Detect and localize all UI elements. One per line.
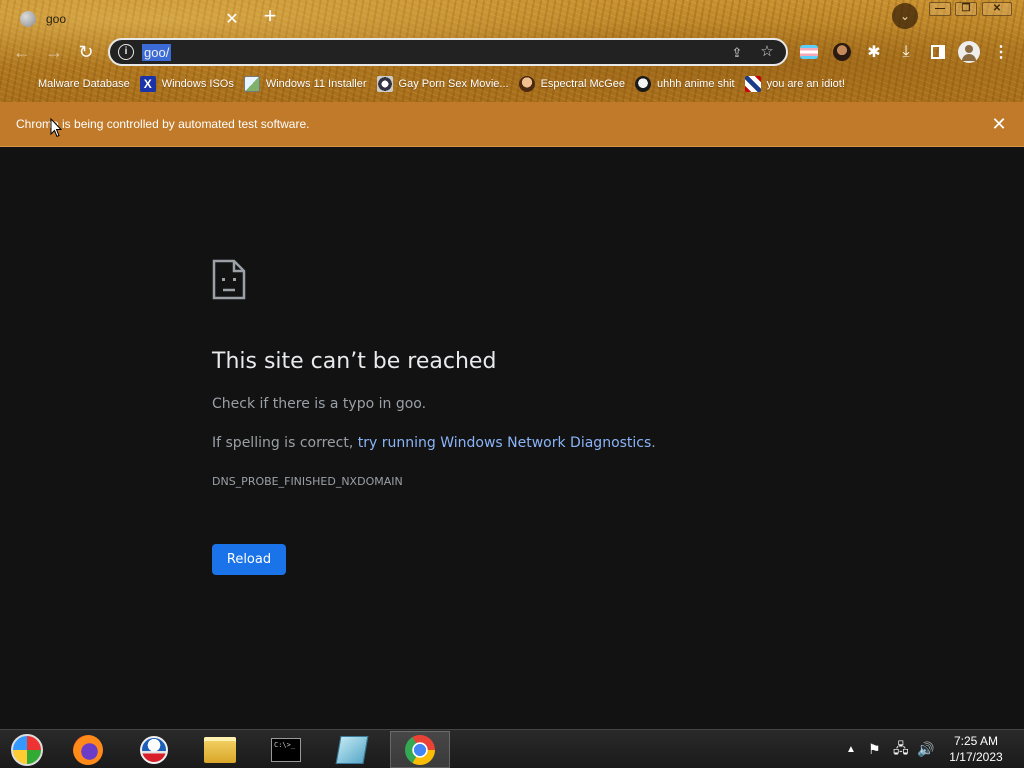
- page-content: This site can’t be reached Check if ther…: [0, 147, 1024, 729]
- chevron-down-icon: ⌄: [899, 9, 911, 23]
- minimize-icon: —: [929, 2, 951, 16]
- extension-avatar-button[interactable]: [831, 41, 853, 63]
- tab-goo[interactable]: goo ✕: [10, 4, 246, 34]
- chrome-menu-button[interactable]: ⋮: [990, 41, 1012, 63]
- error-code: DNS_PROBE_FINISHED_NXDOMAIN: [212, 475, 403, 488]
- taskbar-notes-app[interactable]: [322, 731, 382, 768]
- malware-icon: [18, 76, 32, 92]
- address-bar[interactable]: i goo/ ⇪ ☆: [108, 38, 788, 66]
- browser-frame: goo ✕ + ⌄ — ❐ ✕ ← → ↻ i goo/ ⇪ ☆ ✱ ⤓ ⋮ M…: [0, 0, 1024, 102]
- chrome-icon: [405, 734, 435, 765]
- taskbar-firefox[interactable]: [58, 731, 118, 768]
- start-button[interactable]: [0, 731, 54, 768]
- bookmark-windows-11-installer[interactable]: Windows 11 Installer: [239, 72, 372, 96]
- window-close-button[interactable]: ✕: [980, 0, 1014, 18]
- bookmark-movie-site[interactable]: Gay Porn Sex Movie...: [372, 72, 514, 96]
- anime-icon: [634, 76, 651, 92]
- face-icon: [833, 43, 851, 61]
- extension-flag-button[interactable]: [798, 41, 820, 63]
- tray-overflow-arrow-icon[interactable]: ▲: [846, 730, 856, 768]
- taskbar-file-explorer[interactable]: [190, 731, 250, 768]
- notes-icon: [335, 735, 369, 764]
- terminal-icon: C:\>_: [271, 737, 301, 762]
- obama-logo-icon: [140, 735, 168, 764]
- extensions-button[interactable]: ✱: [863, 41, 885, 63]
- error-hint-diagnostics: If spelling is correct, try running Wind…: [212, 435, 656, 451]
- sad-page-icon: [212, 259, 246, 300]
- tab-close-icon[interactable]: ✕: [222, 9, 242, 29]
- maximize-button[interactable]: ❐: [952, 0, 980, 18]
- reload-page-button[interactable]: Reload: [212, 544, 286, 575]
- error-hint-suffix: .: [651, 435, 656, 451]
- restore-icon: ❐: [955, 2, 977, 16]
- side-panel-icon: [931, 45, 945, 59]
- profile-button[interactable]: [958, 41, 980, 63]
- clock-time: 7:25 AM: [953, 734, 999, 748]
- bookmark-label: Windows ISOs: [161, 78, 234, 90]
- firefox-icon: [73, 734, 103, 765]
- taskbar-obama-app[interactable]: [124, 731, 184, 768]
- bookmarks-bar: Malware Database X Windows ISOs Windows …: [0, 72, 1024, 96]
- installer-icon: [243, 76, 260, 92]
- tab-title: goo: [46, 12, 67, 26]
- download-icon: ⤓: [902, 43, 910, 60]
- new-tab-button[interactable]: +: [258, 5, 282, 29]
- bookmark-label: Malware Database: [38, 78, 130, 90]
- bookmark-espectral-mcgee[interactable]: Espectral McGee: [514, 72, 630, 96]
- flag-icon: [800, 45, 818, 59]
- taskbar: C:\>_ ▲ ⚑ 🖧 🔊 7:25 AM 1/17/2023: [0, 729, 1024, 768]
- diagnostics-link[interactable]: try running Windows Network Diagnostics: [358, 435, 652, 451]
- profile-icon: [958, 41, 980, 63]
- folder-icon: [204, 736, 236, 763]
- bookmark-malware-database[interactable]: Malware Database: [13, 72, 135, 96]
- site-info-icon[interactable]: i: [118, 44, 134, 60]
- downloads-button[interactable]: ⤓: [895, 41, 917, 63]
- automation-infobar: Chrome is being controlled by automated …: [0, 102, 1024, 147]
- error-hint-typo: Check if there is a typo in goo.: [212, 396, 427, 412]
- action-center-flag-icon[interactable]: ⚑: [868, 730, 881, 768]
- minimize-button[interactable]: —: [926, 0, 954, 18]
- bookmark-you-are-an-idiot[interactable]: you are an idiot!: [740, 72, 850, 96]
- taskbar-command-prompt[interactable]: C:\>_: [256, 731, 316, 768]
- windows-orb-icon: [11, 733, 43, 766]
- bookmark-anime[interactable]: uhhh anime shit: [630, 72, 740, 96]
- network-icon[interactable]: 🖧: [893, 730, 909, 768]
- taskbar-chrome[interactable]: [390, 731, 450, 768]
- system-clock[interactable]: 7:25 AM 1/17/2023: [942, 733, 1010, 765]
- bookmark-label: you are an idiot!: [766, 78, 845, 90]
- bookmark-label: Windows 11 Installer: [265, 78, 367, 90]
- infobar-close-icon[interactable]: ✕: [990, 115, 1008, 133]
- uk-flag-icon: [744, 76, 761, 92]
- error-title: This site can’t be reached: [212, 349, 497, 374]
- bookmark-label: uhhh anime shit: [656, 78, 735, 90]
- error-hint-prefix: If spelling is correct,: [212, 435, 358, 451]
- character-icon: [518, 76, 535, 92]
- side-panel-button[interactable]: [927, 41, 949, 63]
- film-icon: [376, 76, 393, 92]
- mouse-cursor-icon: [50, 118, 62, 138]
- back-button[interactable]: ←: [10, 40, 34, 64]
- volume-icon[interactable]: 🔊: [917, 730, 934, 768]
- bookmark-star-icon[interactable]: ☆: [758, 43, 776, 61]
- bookmark-label: Gay Porn Sex Movie...: [398, 78, 509, 90]
- forward-button[interactable]: →: [42, 40, 66, 64]
- close-icon: ✕: [982, 2, 1012, 16]
- more-vertical-icon: ⋮: [993, 44, 1009, 61]
- share-icon[interactable]: ⇪: [728, 44, 746, 62]
- reload-button[interactable]: ↻: [74, 40, 98, 64]
- clock-date: 1/17/2023: [949, 750, 1003, 764]
- address-input[interactable]: goo/: [142, 43, 172, 61]
- tab-search-button[interactable]: ⌄: [892, 3, 918, 29]
- globe-icon: [20, 11, 36, 27]
- x-logo-icon: X: [139, 76, 156, 92]
- bookmark-label: Espectral McGee: [540, 78, 625, 90]
- bookmark-windows-isos[interactable]: X Windows ISOs: [135, 72, 239, 96]
- puzzle-icon: ✱: [867, 44, 881, 61]
